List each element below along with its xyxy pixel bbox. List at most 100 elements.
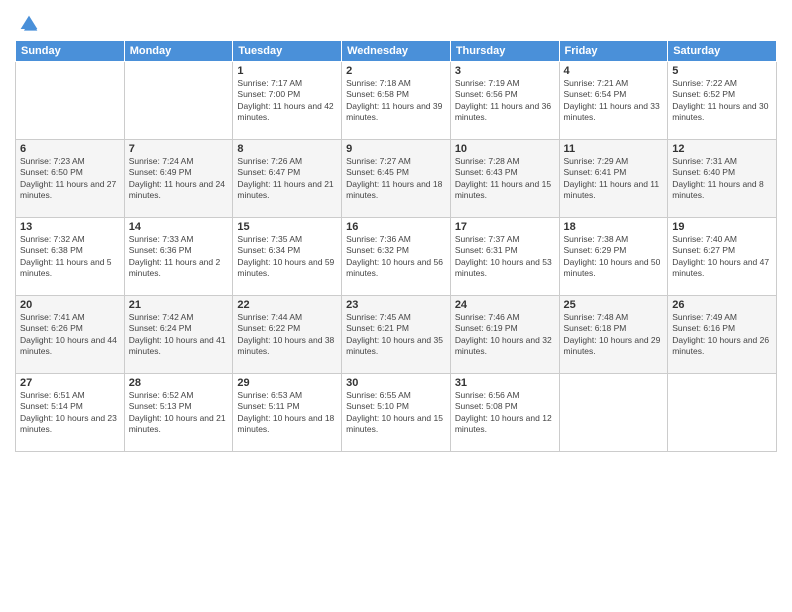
calendar-cell: 14Sunrise: 7:33 AMSunset: 6:36 PMDayligh…: [124, 218, 233, 296]
day-info: Sunrise: 6:53 AMSunset: 5:11 PMDaylight:…: [237, 390, 337, 436]
day-number: 14: [129, 221, 229, 233]
day-number: 30: [346, 377, 446, 389]
day-number: 15: [237, 221, 337, 233]
calendar-cell: 21Sunrise: 7:42 AMSunset: 6:24 PMDayligh…: [124, 296, 233, 374]
day-info: Sunrise: 7:33 AMSunset: 6:36 PMDaylight:…: [129, 234, 229, 280]
weekday-header: Friday: [559, 41, 668, 62]
day-info: Sunrise: 7:49 AMSunset: 6:16 PMDaylight:…: [672, 312, 772, 358]
day-number: 5: [672, 65, 772, 77]
calendar-cell: 25Sunrise: 7:48 AMSunset: 6:18 PMDayligh…: [559, 296, 668, 374]
calendar-cell: [668, 374, 777, 452]
day-info: Sunrise: 7:37 AMSunset: 6:31 PMDaylight:…: [455, 234, 555, 280]
day-info: Sunrise: 7:19 AMSunset: 6:56 PMDaylight:…: [455, 78, 555, 124]
page: SundayMondayTuesdayWednesdayThursdayFrid…: [0, 0, 792, 612]
day-info: Sunrise: 7:46 AMSunset: 6:19 PMDaylight:…: [455, 312, 555, 358]
calendar-week-row: 20Sunrise: 7:41 AMSunset: 6:26 PMDayligh…: [16, 296, 777, 374]
day-info: Sunrise: 6:51 AMSunset: 5:14 PMDaylight:…: [20, 390, 120, 436]
day-info: Sunrise: 7:48 AMSunset: 6:18 PMDaylight:…: [564, 312, 664, 358]
day-number: 23: [346, 299, 446, 311]
day-number: 2: [346, 65, 446, 77]
day-info: Sunrise: 7:28 AMSunset: 6:43 PMDaylight:…: [455, 156, 555, 202]
day-info: Sunrise: 7:35 AMSunset: 6:34 PMDaylight:…: [237, 234, 337, 280]
day-number: 24: [455, 299, 555, 311]
day-number: 19: [672, 221, 772, 233]
calendar-week-row: 6Sunrise: 7:23 AMSunset: 6:50 PMDaylight…: [16, 140, 777, 218]
calendar-cell: [559, 374, 668, 452]
day-number: 16: [346, 221, 446, 233]
day-number: 11: [564, 143, 664, 155]
calendar-week-row: 1Sunrise: 7:17 AMSunset: 7:00 PMDaylight…: [16, 62, 777, 140]
day-info: Sunrise: 7:41 AMSunset: 6:26 PMDaylight:…: [20, 312, 120, 358]
weekday-header: Tuesday: [233, 41, 342, 62]
calendar-cell: 11Sunrise: 7:29 AMSunset: 6:41 PMDayligh…: [559, 140, 668, 218]
day-number: 10: [455, 143, 555, 155]
weekday-header: Monday: [124, 41, 233, 62]
logo-icon: [19, 14, 39, 34]
day-number: 12: [672, 143, 772, 155]
day-number: 6: [20, 143, 120, 155]
day-info: Sunrise: 7:38 AMSunset: 6:29 PMDaylight:…: [564, 234, 664, 280]
day-info: Sunrise: 7:21 AMSunset: 6:54 PMDaylight:…: [564, 78, 664, 124]
calendar-cell: 17Sunrise: 7:37 AMSunset: 6:31 PMDayligh…: [450, 218, 559, 296]
calendar-week-row: 13Sunrise: 7:32 AMSunset: 6:38 PMDayligh…: [16, 218, 777, 296]
calendar-cell: 13Sunrise: 7:32 AMSunset: 6:38 PMDayligh…: [16, 218, 125, 296]
weekday-header-row: SundayMondayTuesdayWednesdayThursdayFrid…: [16, 41, 777, 62]
day-number: 26: [672, 299, 772, 311]
calendar-cell: 10Sunrise: 7:28 AMSunset: 6:43 PMDayligh…: [450, 140, 559, 218]
day-info: Sunrise: 7:36 AMSunset: 6:32 PMDaylight:…: [346, 234, 446, 280]
day-info: Sunrise: 7:42 AMSunset: 6:24 PMDaylight:…: [129, 312, 229, 358]
calendar-cell: 4Sunrise: 7:21 AMSunset: 6:54 PMDaylight…: [559, 62, 668, 140]
day-number: 20: [20, 299, 120, 311]
weekday-header: Saturday: [668, 41, 777, 62]
day-info: Sunrise: 7:22 AMSunset: 6:52 PMDaylight:…: [672, 78, 772, 124]
day-info: Sunrise: 7:44 AMSunset: 6:22 PMDaylight:…: [237, 312, 337, 358]
calendar-cell: 27Sunrise: 6:51 AMSunset: 5:14 PMDayligh…: [16, 374, 125, 452]
calendar-cell: 8Sunrise: 7:26 AMSunset: 6:47 PMDaylight…: [233, 140, 342, 218]
day-number: 18: [564, 221, 664, 233]
calendar-cell: 9Sunrise: 7:27 AMSunset: 6:45 PMDaylight…: [342, 140, 451, 218]
day-info: Sunrise: 7:27 AMSunset: 6:45 PMDaylight:…: [346, 156, 446, 202]
day-info: Sunrise: 7:40 AMSunset: 6:27 PMDaylight:…: [672, 234, 772, 280]
calendar-cell: 31Sunrise: 6:56 AMSunset: 5:08 PMDayligh…: [450, 374, 559, 452]
day-info: Sunrise: 7:29 AMSunset: 6:41 PMDaylight:…: [564, 156, 664, 202]
day-info: Sunrise: 7:31 AMSunset: 6:40 PMDaylight:…: [672, 156, 772, 202]
calendar-cell: 3Sunrise: 7:19 AMSunset: 6:56 PMDaylight…: [450, 62, 559, 140]
day-number: 29: [237, 377, 337, 389]
calendar-cell: 19Sunrise: 7:40 AMSunset: 6:27 PMDayligh…: [668, 218, 777, 296]
day-number: 17: [455, 221, 555, 233]
day-number: 21: [129, 299, 229, 311]
logo: [15, 14, 39, 34]
calendar-cell: 1Sunrise: 7:17 AMSunset: 7:00 PMDaylight…: [233, 62, 342, 140]
day-info: Sunrise: 6:52 AMSunset: 5:13 PMDaylight:…: [129, 390, 229, 436]
calendar-cell: [16, 62, 125, 140]
day-number: 31: [455, 377, 555, 389]
calendar-cell: 26Sunrise: 7:49 AMSunset: 6:16 PMDayligh…: [668, 296, 777, 374]
calendar-cell: 5Sunrise: 7:22 AMSunset: 6:52 PMDaylight…: [668, 62, 777, 140]
day-number: 27: [20, 377, 120, 389]
day-info: Sunrise: 6:55 AMSunset: 5:10 PMDaylight:…: [346, 390, 446, 436]
calendar-cell: 2Sunrise: 7:18 AMSunset: 6:58 PMDaylight…: [342, 62, 451, 140]
calendar-cell: 16Sunrise: 7:36 AMSunset: 6:32 PMDayligh…: [342, 218, 451, 296]
day-number: 13: [20, 221, 120, 233]
day-number: 7: [129, 143, 229, 155]
weekday-header: Sunday: [16, 41, 125, 62]
day-number: 8: [237, 143, 337, 155]
calendar-cell: 20Sunrise: 7:41 AMSunset: 6:26 PMDayligh…: [16, 296, 125, 374]
weekday-header: Wednesday: [342, 41, 451, 62]
day-number: 22: [237, 299, 337, 311]
calendar: SundayMondayTuesdayWednesdayThursdayFrid…: [15, 40, 777, 452]
day-number: 1: [237, 65, 337, 77]
day-info: Sunrise: 7:45 AMSunset: 6:21 PMDaylight:…: [346, 312, 446, 358]
calendar-cell: [124, 62, 233, 140]
day-info: Sunrise: 7:18 AMSunset: 6:58 PMDaylight:…: [346, 78, 446, 124]
day-info: Sunrise: 7:26 AMSunset: 6:47 PMDaylight:…: [237, 156, 337, 202]
day-info: Sunrise: 7:24 AMSunset: 6:49 PMDaylight:…: [129, 156, 229, 202]
calendar-cell: 12Sunrise: 7:31 AMSunset: 6:40 PMDayligh…: [668, 140, 777, 218]
calendar-cell: 23Sunrise: 7:45 AMSunset: 6:21 PMDayligh…: [342, 296, 451, 374]
day-number: 4: [564, 65, 664, 77]
header: [15, 10, 777, 34]
day-number: 25: [564, 299, 664, 311]
calendar-cell: 18Sunrise: 7:38 AMSunset: 6:29 PMDayligh…: [559, 218, 668, 296]
day-number: 9: [346, 143, 446, 155]
day-info: Sunrise: 7:23 AMSunset: 6:50 PMDaylight:…: [20, 156, 120, 202]
